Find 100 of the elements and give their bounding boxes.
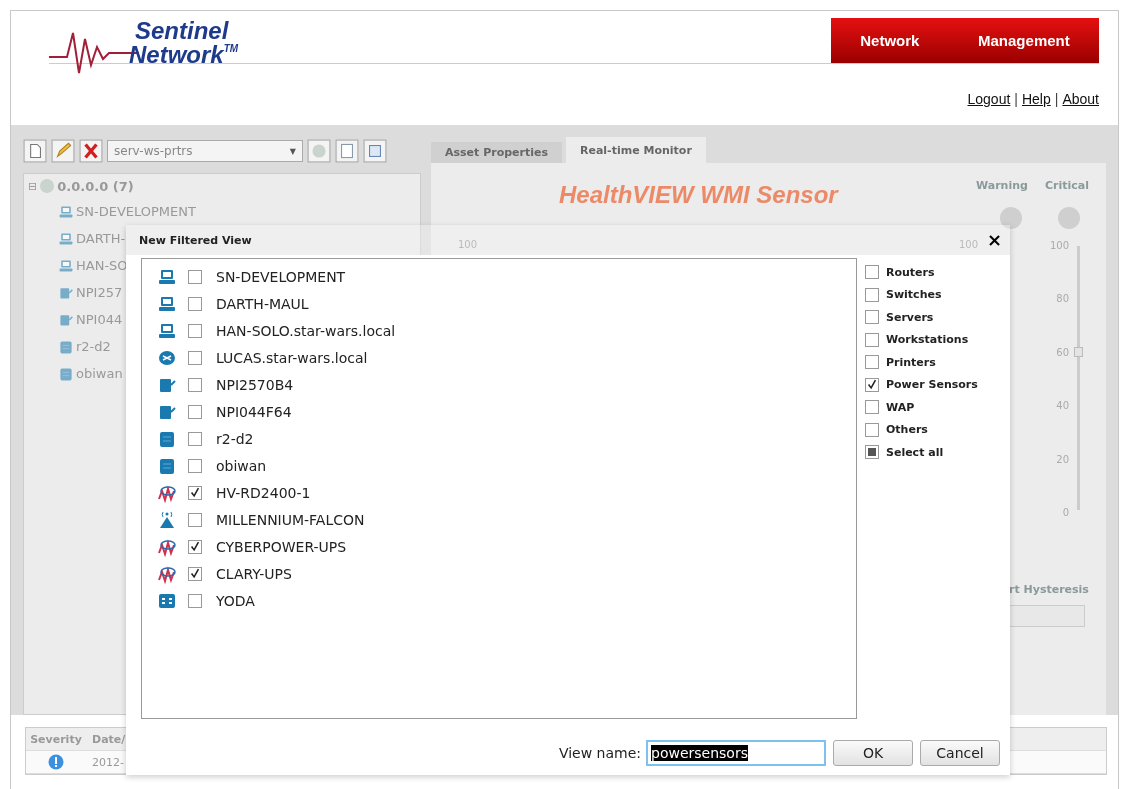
checkbox[interactable] <box>188 485 202 500</box>
antenna-icon <box>157 509 177 530</box>
device-name: HAN-SOLO.star-wars.local <box>216 322 396 339</box>
checkbox[interactable] <box>865 287 879 302</box>
dialog-button[interactable]: Cancel <box>920 740 1000 766</box>
spinner-field[interactable] <box>1009 605 1085 627</box>
scale-label: 20 <box>1056 453 1069 465</box>
device-name: DARTH-MAUL <box>216 295 309 312</box>
view-dropdown[interactable]: serv-ws-prtrs ▼ <box>107 140 303 162</box>
header-link[interactable]: About <box>1062 91 1099 107</box>
field-label: View name: <box>558 745 641 761</box>
checkbox[interactable] <box>865 332 879 347</box>
tree-item[interactable]: NPI044 <box>76 312 123 327</box>
pencil-icon[interactable] <box>51 139 75 163</box>
checkbox[interactable] <box>865 400 879 415</box>
close-button[interactable]: × <box>986 232 1002 248</box>
filter-label: Routers <box>886 265 935 279</box>
dialog-title: New Filtered View <box>139 233 252 247</box>
tree-item[interactable]: obiwan <box>76 366 123 381</box>
list-icon[interactable] <box>335 139 359 163</box>
device-name: HV-RD2400-1 <box>216 484 311 501</box>
checkbox[interactable] <box>188 404 202 419</box>
checkbox[interactable] <box>865 265 879 280</box>
table-cell-text: 2012- <box>91 755 124 769</box>
device-name: r2-d2 <box>216 430 254 447</box>
checkbox[interactable] <box>188 377 202 392</box>
device-name: obiwan <box>216 457 267 474</box>
laptop-icon <box>58 230 74 247</box>
nav-link[interactable]: Management <box>978 32 1070 49</box>
device-name: MILLENNIUM-FALCON <box>216 511 365 528</box>
scale-label: 0 <box>1062 506 1069 518</box>
hysteresis-label: rt Hysteresis <box>1009 583 1089 596</box>
indicator-label: Warning <box>976 179 1028 192</box>
checkbox[interactable] <box>188 593 202 608</box>
tab[interactable]: Asset Properties <box>431 142 562 163</box>
device-name: CYBERPOWER-UPS <box>216 538 347 555</box>
checkbox[interactable] <box>188 458 202 473</box>
tree-item[interactable]: SN-DEVELOPMENT <box>76 204 196 219</box>
checkbox[interactable] <box>865 445 879 460</box>
tab[interactable]: Real-time Monitor <box>566 137 706 163</box>
device-name: SN-DEVELOPMENT <box>216 268 346 285</box>
tree-item[interactable]: HAN-SO <box>76 258 128 273</box>
filter-label: WAP <box>886 400 915 414</box>
checkbox[interactable] <box>188 512 202 527</box>
laptop-icon <box>58 203 74 220</box>
tree-item[interactable]: r2-d2 <box>76 339 111 354</box>
filter-label: Switches <box>886 288 942 302</box>
indicator-light <box>1000 207 1022 229</box>
trademark: TM <box>223 43 239 54</box>
filter-label: Servers <box>886 310 934 324</box>
delete-icon[interactable] <box>79 139 103 163</box>
tree-item[interactable]: NPI257 <box>76 285 123 300</box>
monitor-title: HealthVIEW WMI Sensor <box>559 181 838 209</box>
scale-label: 80 <box>1056 293 1069 305</box>
server-icon <box>58 338 74 355</box>
nav-link[interactable]: Network <box>860 32 920 49</box>
checkbox[interactable] <box>865 355 879 370</box>
column-header[interactable]: Date/ <box>86 732 126 746</box>
checkbox[interactable] <box>188 323 202 338</box>
column-header[interactable]: Severity <box>26 732 86 746</box>
scale-label: 100 <box>1049 240 1069 251</box>
checkbox[interactable] <box>188 539 202 554</box>
logo-text: Sentinel <box>135 19 230 43</box>
info-icon <box>48 754 64 770</box>
tree-item[interactable]: DARTH- <box>76 231 126 246</box>
dialog-button[interactable]: OK <box>833 740 913 766</box>
checkbox[interactable] <box>188 566 202 581</box>
device-name: CLARY-UPS <box>216 565 292 582</box>
view-name-field[interactable]: powersensors <box>646 740 826 766</box>
checkbox[interactable] <box>188 296 202 311</box>
filter-label: Printers <box>886 355 936 369</box>
device-name: LUCAS.star-wars.local <box>216 349 368 366</box>
logo-text: Network <box>129 43 224 67</box>
grid-icon[interactable] <box>363 139 387 163</box>
checkbox[interactable] <box>865 422 879 437</box>
collapse-toggle[interactable]: ⊟ <box>28 179 38 193</box>
circle-icon <box>39 178 56 194</box>
checkbox[interactable] <box>865 377 879 392</box>
header-link[interactable]: Help <box>1021 91 1051 107</box>
checkbox[interactable] <box>188 269 202 284</box>
device-name: NPI044F64 <box>216 403 292 420</box>
new-document-icon[interactable] <box>23 139 47 163</box>
filter-label: Workstations <box>886 333 969 347</box>
header-link[interactable]: Logout <box>967 91 1011 107</box>
filter-label: Others <box>886 423 928 437</box>
laptop-icon <box>58 257 74 274</box>
link-separator: | <box>1054 91 1059 107</box>
filter-label: Select all <box>886 445 944 459</box>
slider-thumb[interactable] <box>1074 346 1083 357</box>
device-name: YODA <box>216 592 255 609</box>
scale-label: 60 <box>1056 346 1069 358</box>
tree-root[interactable]: 0.0.0.0 (7) <box>57 178 134 194</box>
link-separator: | <box>1014 91 1018 107</box>
checkbox[interactable] <box>188 350 202 365</box>
scale-label: 40 <box>1056 400 1069 412</box>
device-name: NPI2570B4 <box>216 376 294 393</box>
checkbox[interactable] <box>865 310 879 325</box>
indicator-label: Critical <box>1045 179 1089 192</box>
indicator-light <box>1058 207 1080 229</box>
checkbox[interactable] <box>188 431 202 446</box>
